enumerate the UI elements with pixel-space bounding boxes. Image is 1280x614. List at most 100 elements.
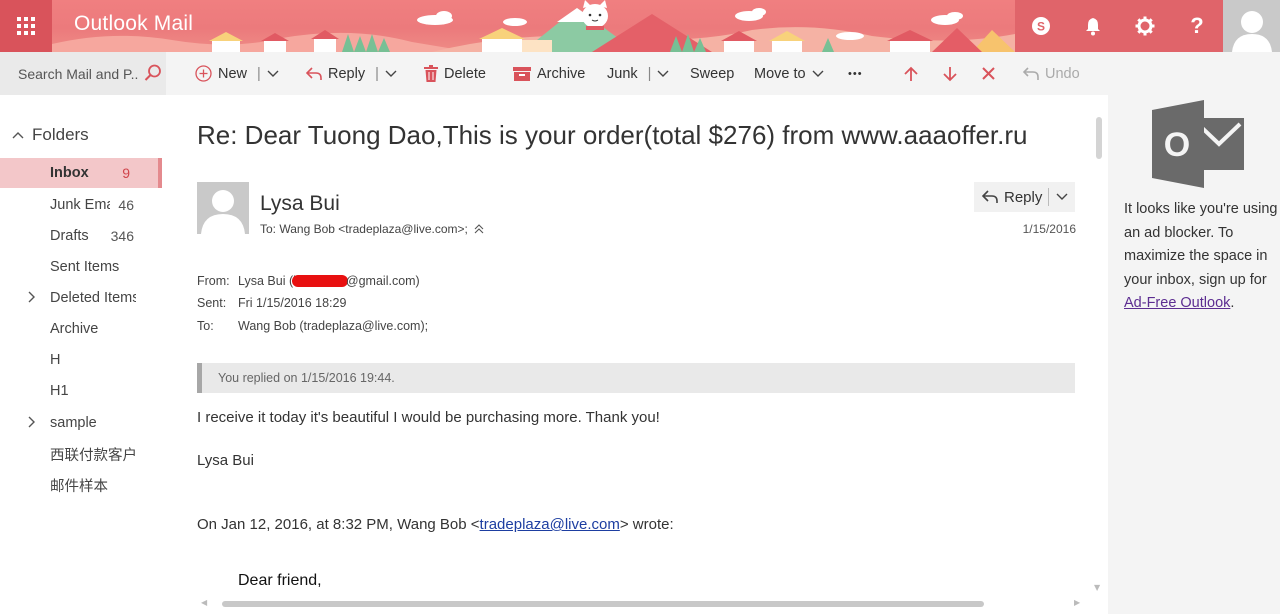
folder-item-h[interactable]: H [0, 345, 162, 375]
message-subject: Re: Dear Tuong Dao,This is your order(to… [197, 120, 1028, 150]
unread-count: 9 [122, 165, 130, 181]
folder-item-western-union-customers[interactable]: 西联付款客户 [0, 439, 162, 469]
new-button[interactable]: New | [195, 52, 279, 95]
settings-button[interactable] [1119, 0, 1171, 52]
archive-button[interactable]: Archive [513, 52, 585, 95]
vertical-scrollbar[interactable] [1096, 117, 1102, 159]
reply-action[interactable]: Reply [974, 189, 1048, 206]
replied-notice[interactable]: You replied on 1/15/2016 19:44. [197, 363, 1075, 393]
bell-icon [1086, 18, 1100, 36]
notifications-button[interactable] [1067, 0, 1119, 52]
ad-text: It looks like you're using an ad blocker… [1124, 201, 1278, 288]
chevron-right-icon[interactable] [28, 416, 36, 428]
svg-text:S: S [1037, 20, 1045, 34]
folder-item-deleted-items[interactable]: Deleted Items [0, 283, 162, 313]
undo-button[interactable]: Undo [1023, 52, 1080, 95]
reply-arrow-icon [982, 190, 998, 203]
undo-icon [1023, 66, 1039, 80]
junk-button[interactable]: Junk | [607, 52, 669, 95]
ad-blocker-message: It looks like you're using an ad blocker… [1124, 198, 1280, 316]
search-box[interactable]: Search Mail and P... [0, 52, 166, 95]
undo-label: Undo [1045, 65, 1080, 82]
separator: | [375, 65, 379, 82]
folder-label: H [50, 352, 61, 368]
folder-item-sent-items[interactable]: Sent Items [0, 252, 162, 282]
message-body-line: I receive it today it's beautiful I woul… [197, 409, 660, 426]
skype-button[interactable]: S [1015, 0, 1067, 52]
from-value: Lysa Bui (l @gmail.com) [238, 274, 420, 288]
banner-illustration [52, 0, 1015, 52]
folders-header[interactable]: Folders [12, 125, 89, 145]
recipient-text: To: Wang Bob <tradeplaza@live.com>; [260, 222, 468, 236]
junk-label: Junk [607, 65, 638, 82]
help-icon: ? [1190, 13, 1204, 38]
separator: | [257, 65, 261, 82]
separator: | [647, 65, 652, 82]
quote-prefix: On Jan 12, 2016, at 8:32 PM, Wang Bob < [197, 516, 480, 533]
folder-label: Archive [50, 321, 99, 337]
scroll-right-arrow-icon[interactable]: ▶ [1074, 598, 1080, 607]
to-value: Wang Bob (tradeplaza@live.com); [238, 319, 429, 333]
next-message-button[interactable] [943, 52, 957, 95]
chevron-down-icon [812, 70, 824, 77]
quoted-greeting: Dear friend, [238, 572, 322, 589]
quote-header: On Jan 12, 2016, at 8:32 PM, Wang Bob <t… [197, 516, 674, 533]
trash-icon [424, 65, 438, 82]
search-input[interactable]: Search Mail and P... [18, 66, 138, 82]
folder-item-h1[interactable]: H1 [0, 376, 162, 406]
account-avatar[interactable] [1223, 0, 1280, 52]
reply-arrow-icon [306, 66, 322, 80]
delete-button[interactable]: Delete [424, 52, 486, 95]
help-button[interactable]: ? [1171, 0, 1223, 52]
more-options-button[interactable]: ••• [848, 52, 863, 95]
from-key: From: [197, 274, 230, 288]
chevron-down-icon[interactable] [385, 70, 397, 78]
move-to-button[interactable]: Move to [754, 52, 824, 95]
app-title[interactable]: Outlook Mail [74, 12, 193, 36]
chevron-down-icon[interactable] [267, 70, 279, 78]
arrow-down-icon [943, 66, 957, 81]
person-icon [1231, 11, 1272, 52]
folder-item-archive[interactable]: Archive [0, 314, 162, 344]
close-message-button[interactable] [982, 52, 995, 95]
reply-button[interactable]: Reply | [306, 52, 397, 95]
app-launcher-button[interactable] [0, 0, 52, 52]
ad-pane: O It looks like you're using an ad block… [1108, 52, 1280, 614]
message-date: 1/15/2016 [1022, 222, 1076, 236]
sweep-button[interactable]: Sweep [690, 52, 734, 95]
horizontal-scrollbar[interactable] [222, 601, 984, 607]
reading-pane: Re: Dear Tuong Dao,This is your order(to… [166, 95, 1108, 614]
search-icon[interactable] [144, 64, 162, 82]
sender-avatar[interactable] [197, 182, 249, 234]
ad-free-outlook-link[interactable]: Ad-Free Outlook [1124, 295, 1230, 311]
header-banner: Outlook Mail [52, 0, 1015, 52]
from-prefix: Lysa Bui (l [238, 274, 296, 288]
item-count: 346 [110, 228, 134, 244]
top-header: Outlook Mail S ? [0, 0, 1280, 52]
email-link[interactable]: tradeplaza@live.com [480, 516, 620, 533]
reply-label: Reply [1004, 188, 1043, 206]
scroll-left-arrow-icon[interactable]: ◀ [201, 598, 207, 607]
message-reply-button[interactable]: Reply [974, 182, 1075, 212]
folder-label: Deleted Items [50, 290, 136, 306]
chevron-down-icon[interactable] [657, 70, 669, 78]
folder-item-drafts[interactable]: Drafts 346 [0, 221, 162, 251]
plus-circle-icon [195, 65, 212, 82]
reply-options-dropdown[interactable] [1049, 193, 1075, 201]
folder-item-inbox[interactable]: Inbox 9 [0, 158, 162, 188]
command-bar: Search Mail and P... New | Reply | Delet… [0, 52, 1108, 95]
folder-label: sample [50, 415, 97, 431]
folder-item-sample[interactable]: sample [0, 408, 162, 438]
chevron-right-icon[interactable] [28, 291, 36, 303]
sender-name[interactable]: Lysa Bui [260, 192, 340, 216]
folder-item-mail-samples[interactable]: 邮件样本 [0, 470, 162, 500]
folder-item-junk-email[interactable]: Junk Ema 46 [0, 190, 162, 220]
scroll-down-arrow-icon[interactable]: ▼ [1094, 583, 1100, 592]
collapse-header-icon[interactable] [474, 224, 484, 234]
to-key: To: [197, 319, 214, 333]
person-icon [201, 190, 245, 234]
archive-icon [513, 66, 531, 81]
ad-period: . [1230, 295, 1235, 311]
previous-message-button[interactable] [904, 52, 918, 95]
folder-label: Sent Items [50, 259, 120, 275]
